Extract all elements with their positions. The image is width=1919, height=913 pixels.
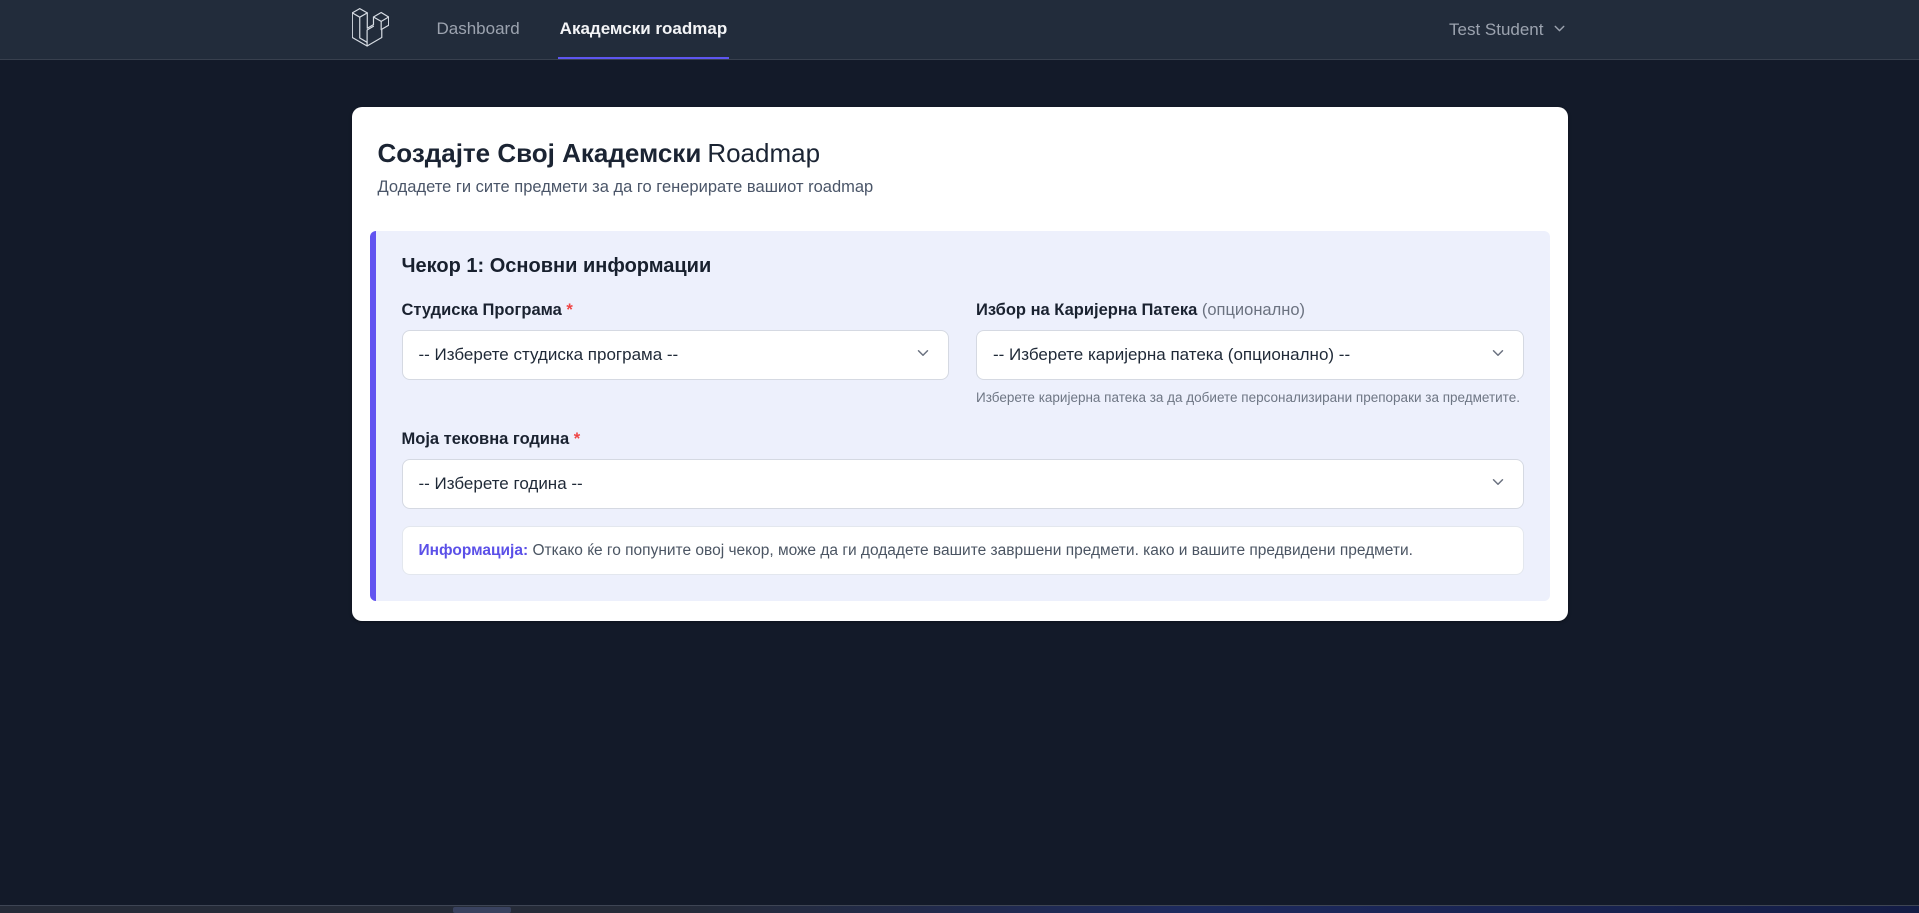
study-program-select-value: -- Изберете студиска програма -- xyxy=(419,345,679,365)
laravel-logo-icon xyxy=(352,8,389,52)
navbar-inner: Dashboard Академски roadmap Test Student xyxy=(352,0,1568,59)
current-year-field: Моја тековна година * -- Изберете година… xyxy=(402,428,1524,509)
bottom-scrollbar-thumb[interactable] xyxy=(453,907,511,913)
nav-link-dashboard[interactable]: Dashboard xyxy=(435,0,522,59)
optional-note: (опционално) xyxy=(1202,301,1305,319)
career-path-select[interactable]: -- Изберете каријерна патека (опционално… xyxy=(976,330,1524,380)
required-asterisk: * xyxy=(574,430,580,448)
required-asterisk: * xyxy=(566,301,572,319)
chevron-down-icon xyxy=(1489,344,1507,367)
laravel-logo[interactable] xyxy=(352,0,389,59)
current-year-select[interactable]: -- Изберете година -- xyxy=(402,459,1524,509)
bottom-scrollbar xyxy=(0,905,1919,913)
career-path-select-value: -- Изберете каријерна патека (опционално… xyxy=(993,345,1350,365)
roadmap-card: Создајте Свој АкадемскиRoadmap Додадете … xyxy=(352,107,1568,621)
chevron-down-icon xyxy=(1551,18,1568,42)
page-title-bold: Создајте Свој Академски xyxy=(378,138,702,168)
step1-heading: Чекор 1: Основни информации xyxy=(402,253,1524,280)
current-year-select-value: -- Изберете година -- xyxy=(419,474,583,494)
page-title: Создајте Свој АкадемскиRoadmap xyxy=(378,137,1550,169)
career-path-help-text: Изберете каријерна патека за да добиете … xyxy=(976,389,1524,406)
career-path-field: Избор на Каријерна Патека (опционално) -… xyxy=(976,299,1524,406)
page-title-regular: Roadmap xyxy=(707,138,820,168)
page-subtitle: Додадете ги сите предмети за да го генер… xyxy=(378,178,1550,197)
nav-link-academic-roadmap[interactable]: Академски roadmap xyxy=(558,0,730,59)
nav-links: Dashboard Академски roadmap xyxy=(435,0,730,59)
step1-panel: Чекор 1: Основни информации Студиска Про… xyxy=(370,231,1550,601)
current-year-label: Моја тековна година * xyxy=(402,428,1524,450)
info-box: Информација: Откако ќе го попуните овој … xyxy=(402,526,1524,575)
info-box-label: Информација: xyxy=(419,542,529,559)
chevron-down-icon xyxy=(914,344,932,367)
user-menu-button[interactable]: Test Student xyxy=(1449,0,1568,59)
info-box-text: Откако ќе го попуните овој чекор, може д… xyxy=(532,542,1413,559)
study-program-label: Студиска Програма * xyxy=(402,299,950,321)
chevron-down-icon xyxy=(1489,473,1507,496)
study-program-select[interactable]: -- Изберете студиска програма -- xyxy=(402,330,950,380)
main-content: Создајте Свој АкадемскиRoadmap Додадете … xyxy=(0,60,1919,621)
step1-fields-grid: Студиска Програма * -- Изберете студиска… xyxy=(402,299,1524,406)
user-name: Test Student xyxy=(1449,20,1544,40)
study-program-field: Студиска Програма * -- Изберете студиска… xyxy=(402,299,950,406)
navbar: Dashboard Академски roadmap Test Student xyxy=(0,0,1919,60)
career-path-label: Избор на Каријерна Патека (опционално) xyxy=(976,299,1524,321)
